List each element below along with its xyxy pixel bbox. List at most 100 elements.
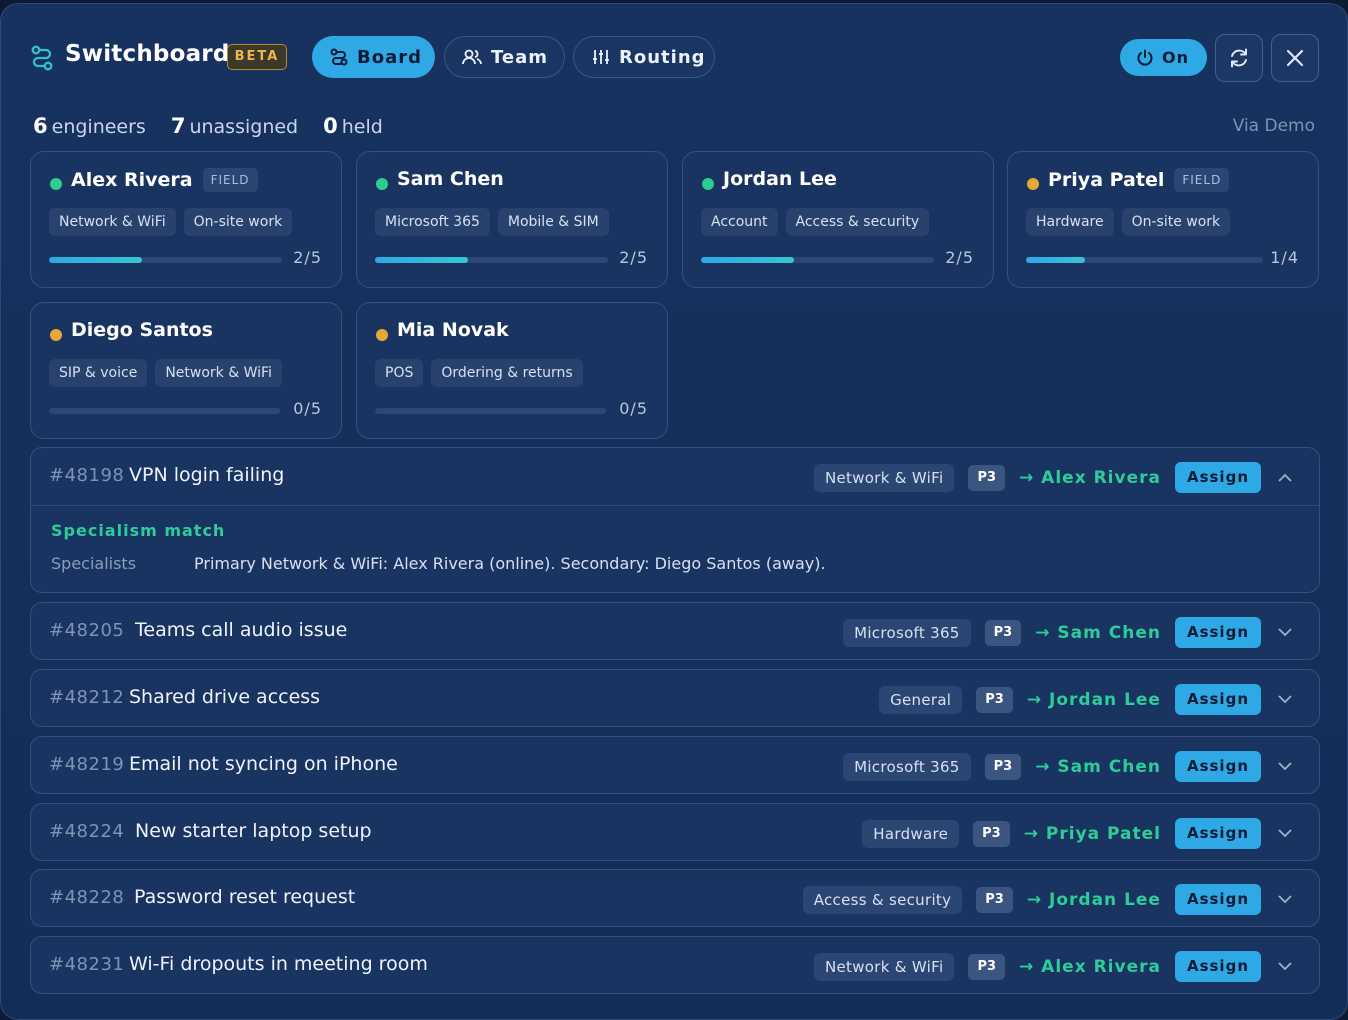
assign-button[interactable]: Assign <box>1174 818 1261 849</box>
tab-routing[interactable]: Routing <box>573 36 715 78</box>
close-icon <box>1286 49 1304 67</box>
engineer-card[interactable]: Jordan Lee Account Access & security 2/5 <box>682 151 994 288</box>
beta-badge: BETA <box>227 44 287 70</box>
status-dot <box>1027 178 1039 190</box>
engineer-card[interactable]: Sam Chen Microsoft 365 Mobile & SIM 2/5 <box>356 151 668 288</box>
skill-chip: Hardware <box>1026 208 1114 236</box>
status-dot <box>702 178 714 190</box>
skill-chips: Hardware On-site work <box>1026 208 1231 236</box>
board-icon <box>330 48 348 66</box>
field-badge: FIELD <box>1174 168 1230 192</box>
ticket-row[interactable]: #48212 Shared drive access General P3 → Jord… <box>31 670 1319 727</box>
load-bar <box>375 257 608 263</box>
engineer-card[interactable]: Diego Santos SIP & voice Network & WiFi 0/5 <box>30 302 342 439</box>
ticket-number: #48231 <box>49 954 125 975</box>
ticket-card[interactable]: #48205 Teams call audio issue Microsoft 36… <box>30 602 1320 660</box>
engineer-card[interactable]: Priya Patel FIELD Hardware On-site work 1/4 <box>1007 151 1319 288</box>
category-chip: Microsoft 365 <box>843 618 971 647</box>
tab-board[interactable]: Board <box>312 36 435 78</box>
engineer-name: Jordan Lee <box>723 168 837 190</box>
category-chip: General <box>879 685 963 714</box>
sliders-icon <box>593 50 609 64</box>
ticket-card[interactable]: #48212 Shared drive access General P3 → Jord… <box>30 669 1320 727</box>
assign-button[interactable]: Assign <box>1174 684 1261 715</box>
chevron-down-icon[interactable] <box>1275 623 1295 643</box>
switchboard-logo-icon <box>31 45 53 71</box>
status-dot <box>50 178 62 190</box>
skill-chip: Microsoft 365 <box>375 208 490 236</box>
skill-chips: SIP & voice Network & WiFi <box>49 359 282 387</box>
load-count: 1/4 <box>1270 248 1299 267</box>
suggested-assignee: → Priya Patel <box>1023 823 1161 844</box>
suggested-assignee: → Sam Chen <box>1035 756 1161 777</box>
ticket-number: #48228 <box>49 887 125 908</box>
ticket-actions: Hardware P3 → Priya Patel Assign <box>862 818 1295 849</box>
assign-button[interactable]: Assign <box>1174 951 1261 982</box>
suggested-assignee: → Jordan Lee <box>1026 889 1161 910</box>
stat-engineers: 6 engineers <box>33 114 146 138</box>
ticket-row[interactable]: #48224 New starter laptop setup Hardware P3… <box>31 804 1319 861</box>
toggle-label: On <box>1162 48 1189 67</box>
ticket-row[interactable]: #48228 Password reset request Access & sec… <box>31 870 1319 927</box>
ticket-row[interactable]: #48198 VPN login failing Network & WiFi P3 →… <box>31 448 1319 505</box>
skill-chip: Network & WiFi <box>49 208 176 236</box>
category-chip: Network & WiFi <box>814 952 955 981</box>
ticket-row[interactable]: #48219 Email not syncing on iPhone Microso… <box>31 737 1319 794</box>
ticket-card[interactable]: #48198 VPN login failing Network & WiFi P3 →… <box>30 447 1320 593</box>
chevron-down-icon[interactable] <box>1275 957 1295 977</box>
ticket-card[interactable]: #48228 Password reset request Access & sec… <box>30 869 1320 927</box>
chevron-down-icon[interactable] <box>1275 690 1295 710</box>
priority-badge: P3 <box>976 886 1013 913</box>
assign-button[interactable]: Assign <box>1174 884 1261 915</box>
ticket-card[interactable]: #48219 Email not syncing on iPhone Microso… <box>30 736 1320 794</box>
ticket-actions: Microsoft 365 P3 → Sam Chen Assign <box>843 751 1295 782</box>
load-count: 2/5 <box>619 248 648 267</box>
tab-routing-label: Routing <box>619 46 706 68</box>
chevron-down-icon[interactable] <box>1275 824 1295 844</box>
ticket-title: New starter laptop setup <box>135 820 372 842</box>
load-bar-fill <box>49 257 143 263</box>
priority-badge: P3 <box>976 686 1013 713</box>
category-chip: Microsoft 365 <box>843 752 971 781</box>
ticket-card[interactable]: #48224 New starter laptop setup Hardware P3… <box>30 803 1320 861</box>
ticket-title: Shared drive access <box>129 686 321 708</box>
skill-chip: On-site work <box>183 208 293 236</box>
suggested-assignee: → Alex Rivera <box>1019 956 1161 977</box>
close-button[interactable] <box>1271 34 1319 82</box>
ticket-title: Wi-Fi dropouts in meeting room <box>129 953 428 975</box>
refresh-button[interactable] <box>1215 34 1263 82</box>
load-count: 2/5 <box>293 248 322 267</box>
engineer-name: Sam Chen <box>397 168 504 190</box>
assign-button[interactable]: Assign <box>1174 617 1261 648</box>
skill-chips: Microsoft 365 Mobile & SIM <box>375 208 609 236</box>
ticket-actions: Access & security P3 → Jordan Lee Assign <box>802 884 1295 915</box>
skill-chip: Mobile & SIM <box>497 208 609 236</box>
load-bar <box>1026 257 1263 263</box>
skill-chip: On-site work <box>1121 208 1231 236</box>
ticket-card[interactable]: #48231 Wi-Fi dropouts in meeting room Netw… <box>30 936 1320 994</box>
ticket-number: #48219 <box>49 754 125 775</box>
summary-stats: 6 engineers 7 unassigned 0 held <box>33 114 408 138</box>
auto-assign-toggle[interactable]: On <box>1120 39 1207 76</box>
assign-button[interactable]: Assign <box>1174 462 1261 493</box>
load-bar <box>49 257 282 263</box>
ticket-row[interactable]: #48205 Teams call audio issue Microsoft 36… <box>31 603 1319 660</box>
category-chip: Network & WiFi <box>814 463 955 492</box>
ticket-row[interactable]: #48231 Wi-Fi dropouts in meeting room Netw… <box>31 937 1319 994</box>
tab-team[interactable]: Team <box>444 36 565 78</box>
ticket-actions: Microsoft 365 P3 → Sam Chen Assign <box>843 617 1295 648</box>
chevron-down-icon[interactable] <box>1275 757 1295 777</box>
specialists-text: Primary Network & WiFi: Alex Rivera (onl… <box>194 554 826 573</box>
chevron-down-icon[interactable] <box>1275 890 1295 910</box>
load-count: 0/5 <box>293 399 322 418</box>
engineer-card[interactable]: Mia Novak POS Ordering & returns 0/5 <box>356 302 668 439</box>
engineer-card[interactable]: Alex Rivera FIELD Network & WiFi On-site wo… <box>30 151 342 288</box>
data-source-label: Via Demo <box>1232 116 1315 136</box>
skill-chip: Network & WiFi <box>155 359 282 387</box>
engineer-name-text: Diego Santos <box>71 319 213 341</box>
category-chip: Access & security <box>802 885 963 914</box>
assign-button[interactable]: Assign <box>1174 751 1261 782</box>
skill-chip: Access & security <box>785 208 930 236</box>
chevron-up-icon[interactable] <box>1275 468 1295 488</box>
priority-badge: P3 <box>968 953 1006 980</box>
